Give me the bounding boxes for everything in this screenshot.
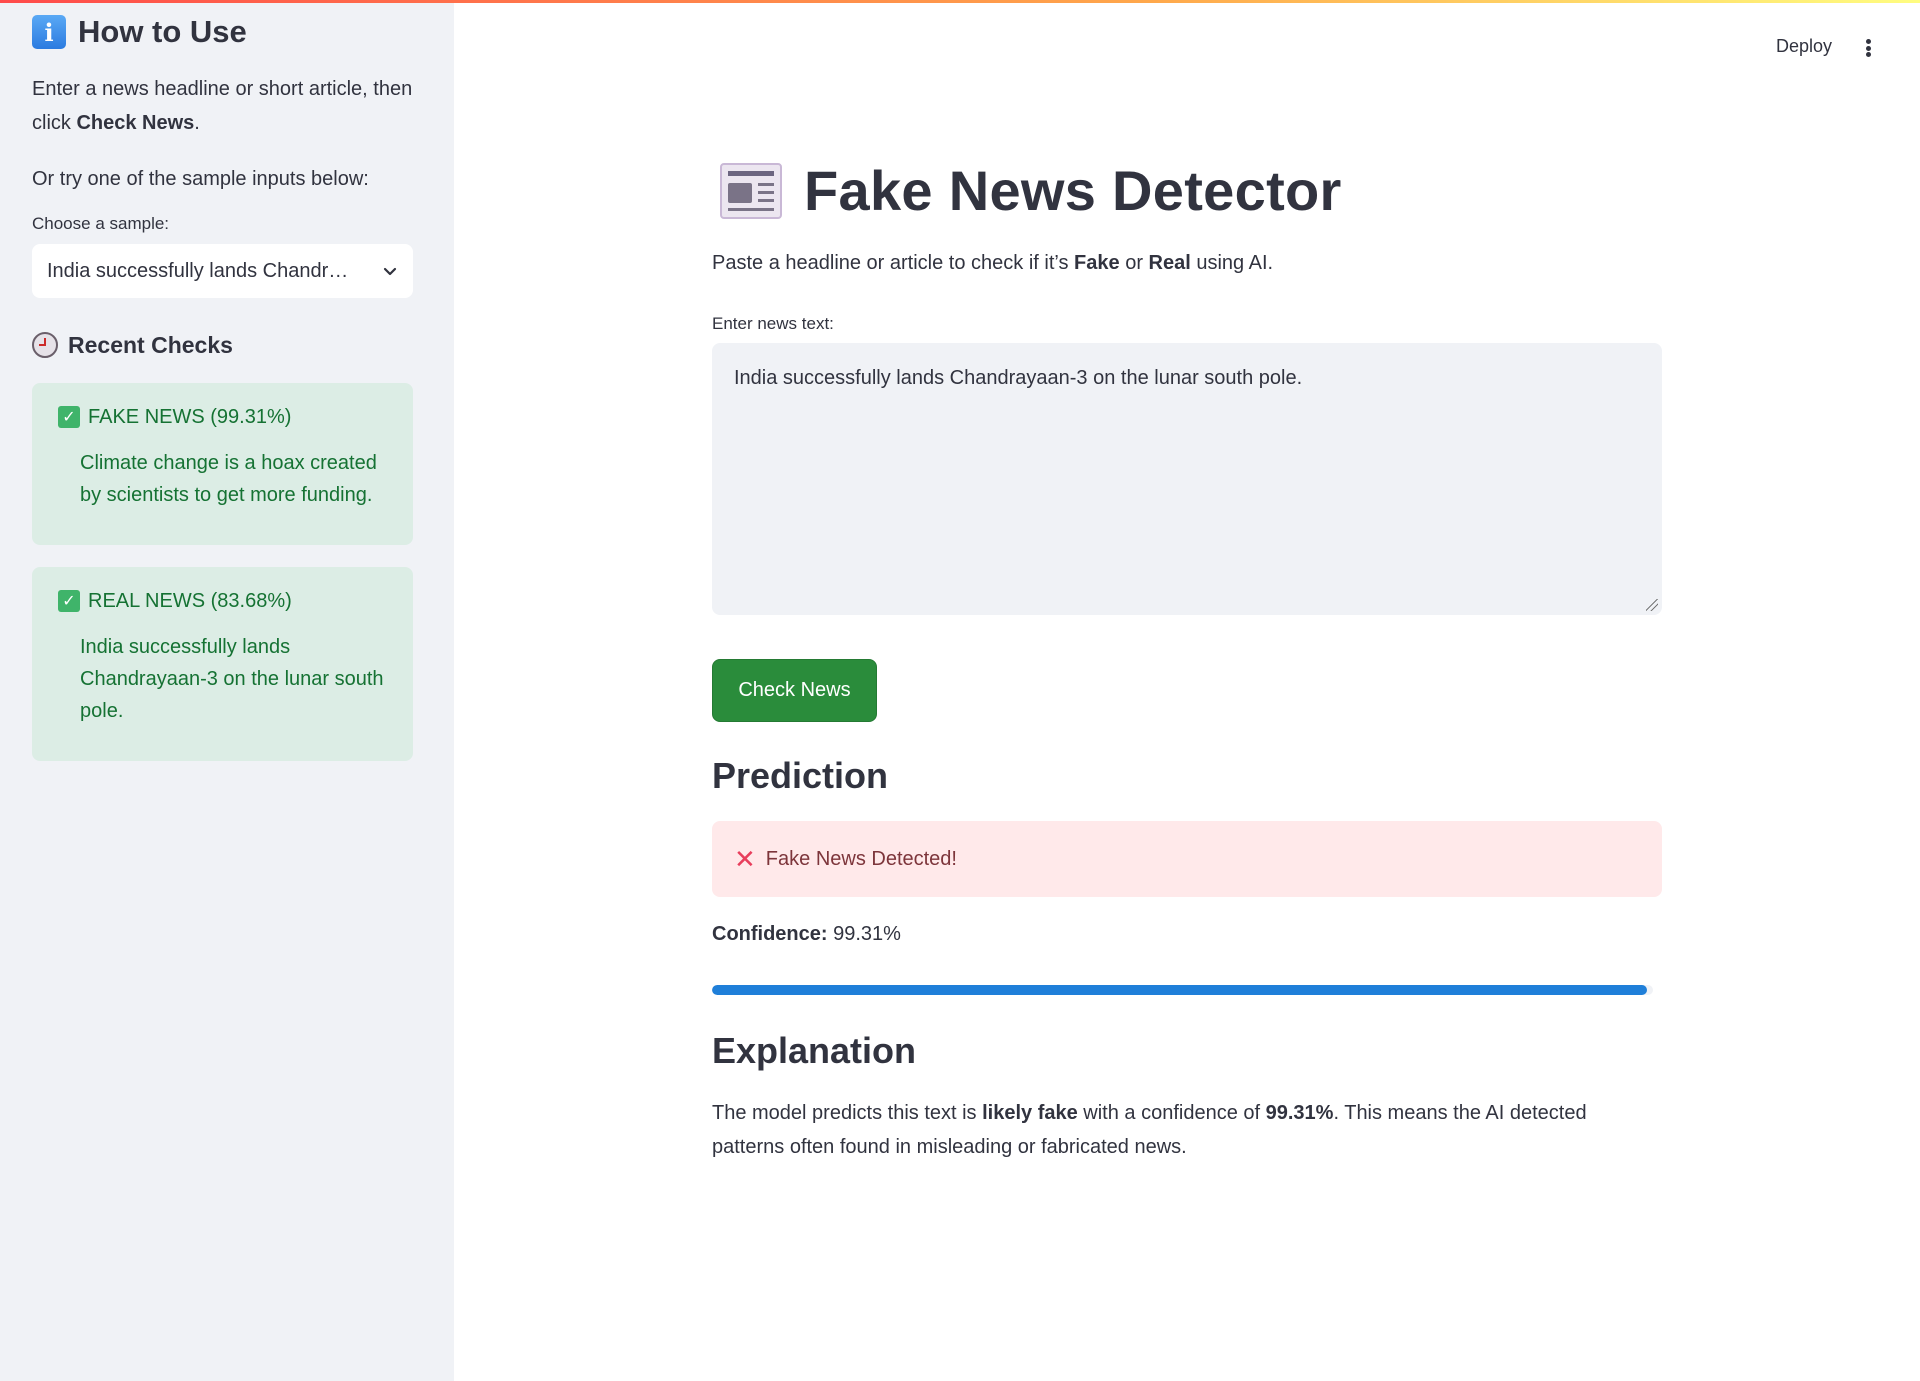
subtitle-real: Real [1148,252,1191,274]
subtitle-text: Paste a headline or article to check if … [712,252,1075,274]
recent-check-label: FAKE NEWS (99.31%) [88,405,292,428]
info-icon: i [32,15,66,49]
sample-select-label: Choose a sample: [32,214,170,233]
explanation-bold: likely fake [982,1102,1078,1124]
news-text-value: India successfully lands Chandrayaan-3 o… [734,367,1303,389]
page-subtitle: Paste a headline or article to check if … [712,252,1273,275]
chevron-down-icon [383,267,397,276]
sidebar-intro-bold: Check News [76,112,195,134]
deploy-button[interactable]: Deploy [1776,36,1832,57]
recent-check-label: REAL NEWS (83.68%) [88,589,292,612]
explanation-part: with a confidence of [1077,1102,1266,1124]
check-mark-icon: ✓ [58,590,80,612]
news-text-label: Enter news text: [712,314,834,333]
recent-checks-title: Recent Checks [68,331,233,358]
recent-checks-heading: Recent Checks [32,330,414,360]
sidebar: i How to Use Enter a news headline or sh… [0,0,454,1381]
confidence-label: Confidence: [712,923,828,945]
sidebar-samples-hint: Or try one of the sample inputs below: [32,168,369,190]
recent-check-header: ✓ FAKE NEWS (99.31%) [58,405,389,429]
explanation-heading: Explanation [712,1030,917,1071]
newspaper-icon [720,162,782,219]
explanation-bold: 99.31% [1265,1102,1334,1124]
subtitle-or: or [1119,252,1149,274]
recent-check-header: ✓ REAL NEWS (83.68%) [58,589,389,613]
sample-select[interactable]: India successfully lands Chandrayaan-3 o… [32,244,413,298]
sidebar-title-text: How to Use [78,14,247,49]
prediction-result: Fake News Detected! [765,847,957,870]
sidebar-intro: Enter a news headline or short article, … [32,72,414,140]
cross-mark-icon: ✕ [734,844,756,874]
page-title-text: Fake News Detector [804,159,1342,222]
confidence-value: 99.31% [833,923,901,945]
explanation-part: The model predicts this text is [712,1102,983,1124]
check-news-button[interactable]: Check News [712,659,877,722]
sidebar-title: i How to Use [32,14,414,50]
news-text-input[interactable]: India successfully lands Chandrayaan-3 o… [712,343,1662,615]
confidence-progress-fill [712,985,1647,995]
prediction-heading: Prediction [712,755,889,796]
recent-check-card: ✓ FAKE NEWS (99.31%) Climate change is a… [32,383,413,545]
page-title: Fake News Detector [712,158,1342,223]
subtitle-end: using AI. [1190,252,1274,274]
resize-handle-icon[interactable] [1646,599,1658,611]
prediction-alert: ✕ Fake News Detected! [712,821,1662,897]
explanation-text: The model predicts this text is likely f… [712,1096,1662,1164]
confidence-progress-bar [712,985,1653,995]
sidebar-intro-end: . [194,112,200,134]
recent-check-card: ✓ REAL NEWS (83.68%) India successfully … [32,567,413,761]
check-mark-icon: ✓ [58,406,80,428]
recent-check-text: India successfully lands Chandrayaan-3 o… [80,636,384,722]
sample-select-value: India successfully lands Chandrayaan-3 o… [47,259,357,282]
confidence-readout: Confidence: 99.31% [712,923,901,946]
kebab-menu-icon[interactable] [1862,36,1874,60]
clock-icon [32,332,58,358]
recent-check-text: Climate change is a hoax created by scie… [80,452,377,506]
top-decoration-stripe [0,0,1920,3]
subtitle-fake: Fake [1074,252,1120,274]
